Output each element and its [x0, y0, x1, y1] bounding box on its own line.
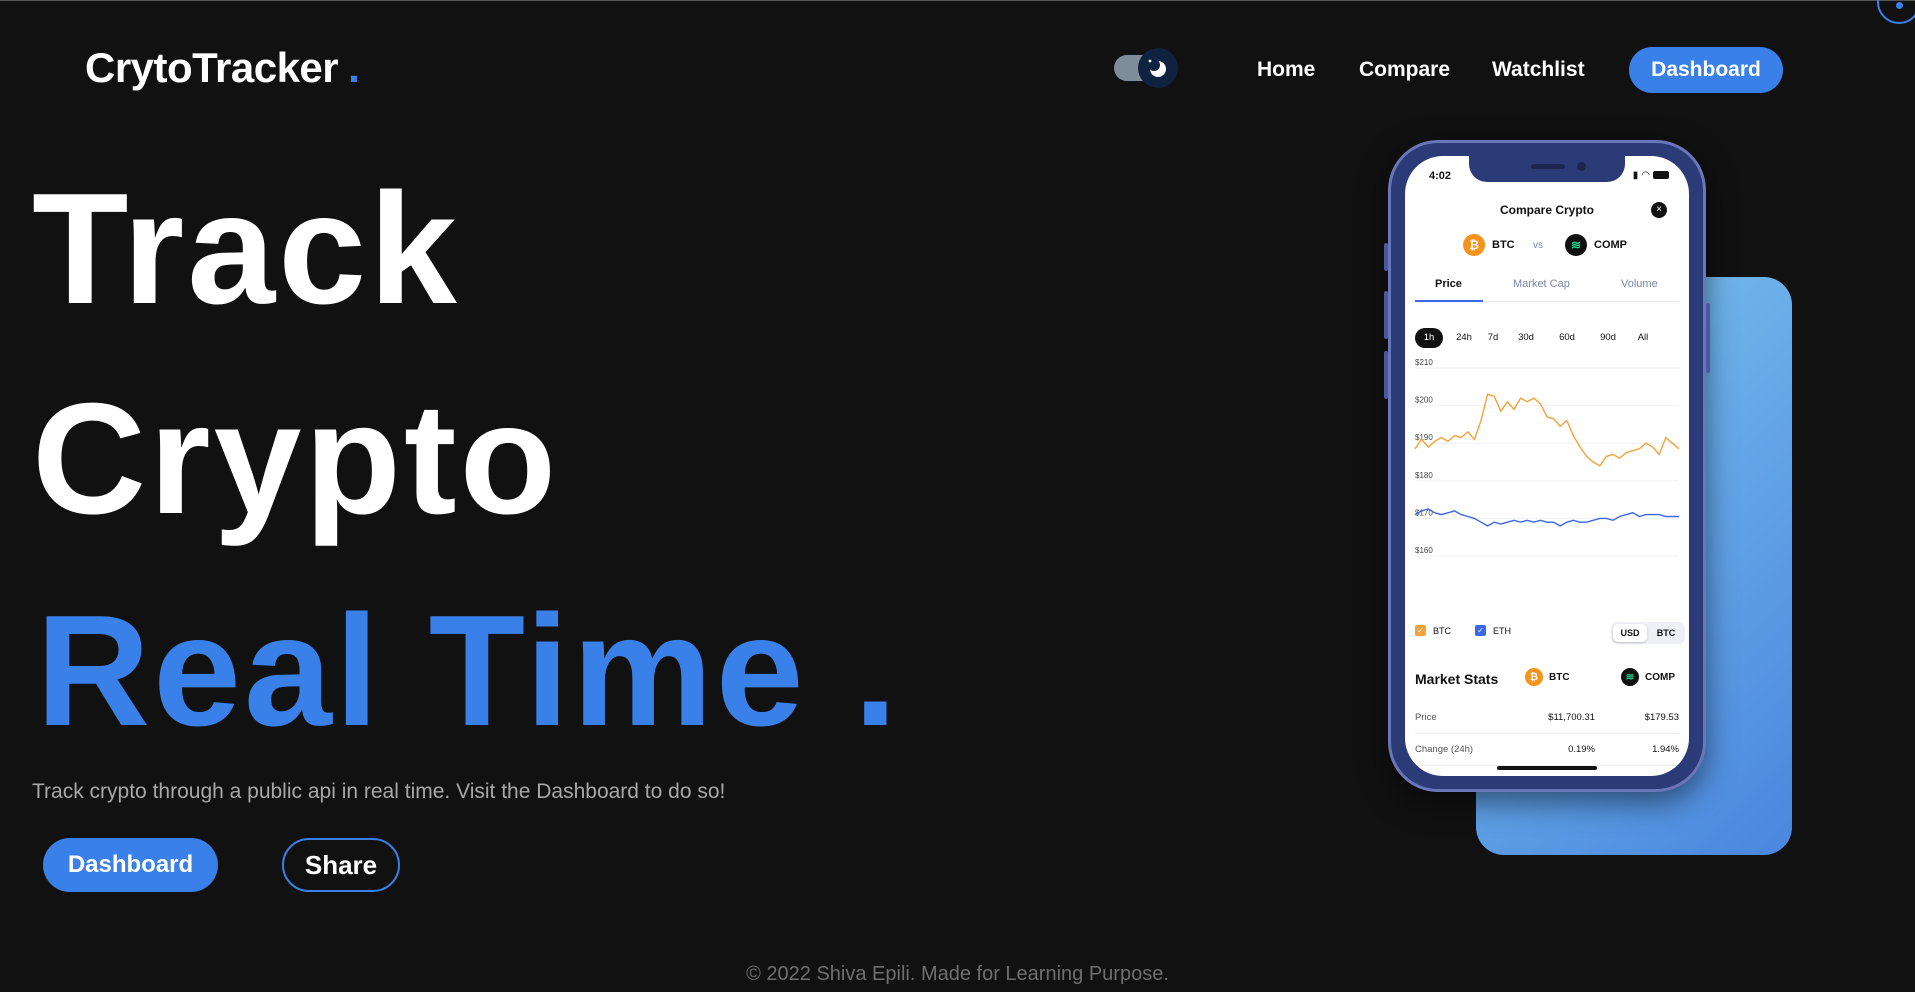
chart-legend: ✓ BTC ✓ ETH USD BTC — [1415, 622, 1685, 644]
status-time: 4:02 — [1429, 170, 1452, 182]
compound-icon: ≋ — [1565, 234, 1587, 256]
top-border — [0, 0, 1915, 1]
market-stats-title: Market Stats — [1415, 671, 1499, 687]
range-90d[interactable]: 90d — [1595, 328, 1621, 348]
vs-label: vs — [1533, 240, 1543, 251]
check-icon[interactable]: ✓ — [1475, 625, 1486, 636]
currency-toggle: USD BTC — [1611, 622, 1685, 644]
tab-underline — [1415, 300, 1483, 302]
stats-coin-b: ≋ COMP — [1621, 668, 1675, 686]
bitcoin-icon: ₿ — [1463, 234, 1485, 256]
phone-notch — [1469, 156, 1625, 182]
series-line-eth — [1414, 508, 1679, 527]
coin-a[interactable]: ₿ BTC — [1463, 234, 1515, 256]
range-selector: 1h 24h 7d 30d 60d 90d All — [1415, 328, 1685, 348]
y-tick-label: $190 — [1415, 433, 1433, 442]
y-tick-label: $180 — [1415, 471, 1433, 480]
phone-screen: 4:02 ▮ ◠ Compare Crypto × ₿ BTC vs ≋ COMP P… — [1405, 156, 1689, 776]
y-tick-label: $210 — [1415, 358, 1433, 367]
logo[interactable]: CrytoTracker. — [85, 44, 360, 92]
hero-line-1: Track — [32, 161, 460, 337]
coin-b-label: COMP — [1594, 239, 1627, 251]
range-1h[interactable]: 1h — [1415, 328, 1443, 348]
phone-button — [1706, 303, 1710, 373]
stat-value-a: $11,700.31 — [1548, 712, 1595, 723]
theme-toggle[interactable] — [1114, 48, 1178, 88]
moon-icon — [1148, 59, 1166, 77]
price-chart: $210$200$190$180$170$160 — [1414, 358, 1680, 557]
compound-icon: ≋ — [1621, 668, 1639, 686]
dashboard-button[interactable]: Dashboard — [43, 838, 218, 892]
share-button[interactable]: Share — [282, 838, 400, 892]
stat-value-b: $179.53 — [1644, 712, 1679, 723]
nav-watchlist[interactable]: Watchlist — [1492, 58, 1585, 82]
nav-dashboard-button[interactable]: Dashboard — [1629, 47, 1783, 93]
nav-compare[interactable]: Compare — [1359, 58, 1450, 82]
footer: © 2022 Shiva Epili. Made for Learning Pu… — [746, 963, 1169, 985]
logo-text: CrytoTracker — [85, 44, 339, 91]
stat-row: Change (24h) 0.19% 1.94% — [1415, 736, 1679, 766]
phone-button — [1384, 291, 1388, 339]
check-icon[interactable]: ✓ — [1415, 625, 1426, 636]
stats-coin-a: ₿ BTC — [1525, 668, 1570, 686]
stat-row: Price $11,700.31 $179.53 — [1415, 704, 1679, 734]
stats-coin-a-label: BTC — [1549, 671, 1570, 683]
stat-value-b: 1.94% — [1652, 744, 1679, 755]
legend-eth: ETH — [1493, 626, 1511, 636]
stat-value-a: 0.19% — [1568, 744, 1595, 755]
range-24h[interactable]: 24h — [1451, 328, 1477, 348]
coin-b[interactable]: ≋ COMP — [1565, 234, 1627, 256]
scroll-top-icon[interactable] — [1877, 0, 1915, 24]
hero-line-3: Real Time . — [36, 583, 901, 759]
stats-coin-b-label: COMP — [1645, 671, 1675, 683]
phone-button — [1384, 243, 1388, 271]
stat-label: Change (24h) — [1415, 744, 1474, 755]
range-60d[interactable]: 60d — [1554, 328, 1580, 348]
tab-market-cap[interactable]: Market Cap — [1513, 278, 1570, 290]
currency-btc[interactable]: BTC — [1649, 624, 1683, 642]
stat-label: Price — [1415, 712, 1437, 723]
tab-price[interactable]: Price — [1435, 278, 1462, 290]
metric-tabs: Price Market Cap Volume — [1415, 274, 1679, 302]
status-icons: ▮ ◠ — [1630, 170, 1669, 181]
tab-volume[interactable]: Volume — [1621, 278, 1658, 290]
y-tick-label: $200 — [1415, 396, 1433, 405]
coin-a-label: BTC — [1492, 239, 1515, 251]
coin-selector: ₿ BTC vs ≋ COMP — [1405, 234, 1689, 260]
hero-tagline: Track crypto through a public api in rea… — [32, 780, 726, 803]
legend-btc: BTC — [1433, 626, 1451, 636]
series-line-btc — [1414, 393, 1680, 467]
hero-line-2: Crypto — [32, 371, 560, 547]
screen-title: Compare Crypto — [1499, 203, 1594, 217]
phone-button — [1384, 351, 1388, 399]
range-7d[interactable]: 7d — [1483, 328, 1503, 348]
y-tick-label: $160 — [1415, 546, 1433, 555]
battery-icon — [1653, 171, 1669, 180]
bitcoin-icon: ₿ — [1525, 668, 1543, 686]
phone-mockup: 4:02 ▮ ◠ Compare Crypto × ₿ BTC vs ≋ COMP P… — [1384, 140, 1710, 792]
home-indicator — [1497, 766, 1597, 770]
range-all[interactable]: All — [1633, 328, 1653, 348]
wifi-icon: ◠ — [1641, 170, 1650, 181]
toggle-knob — [1138, 48, 1178, 88]
logo-dot: . — [348, 44, 360, 91]
range-30d[interactable]: 30d — [1513, 328, 1539, 348]
signal-icon: ▮ — [1632, 170, 1639, 181]
close-icon[interactable]: × — [1651, 202, 1667, 218]
currency-usd[interactable]: USD — [1613, 624, 1647, 642]
nav-home[interactable]: Home — [1257, 58, 1315, 82]
